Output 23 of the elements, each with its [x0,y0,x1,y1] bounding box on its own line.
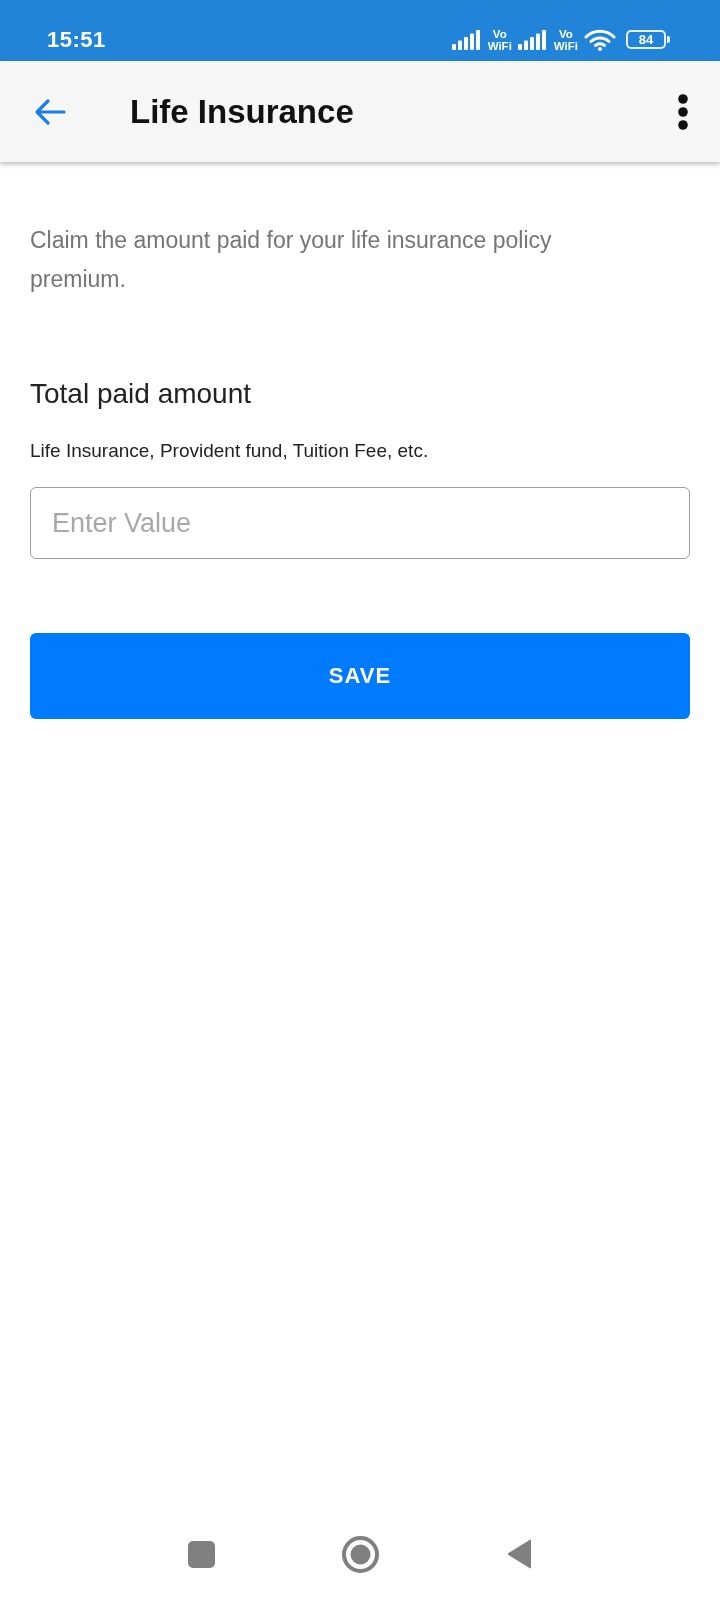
square-icon [187,1540,215,1568]
status-time: 15:51 [47,26,106,53]
nav-back-button[interactable] [506,1539,532,1569]
vo-label: Vo [492,27,507,40]
input-field[interactable]: Enter Value [30,487,690,559]
page-title: Life Insurance [130,92,354,131]
wifi-label: WiFi [487,39,512,52]
save-button[interactable]: SAVE [30,633,690,719]
wifi-icon [584,28,616,51]
home-icon [341,1535,379,1573]
more-icon [678,93,688,130]
description-text: Claim the amount paid for your life insurance policy premium. [30,226,553,294]
wifi-label: WiFi [553,39,578,52]
vo-label: Vo [559,27,573,40]
back-arrow-icon [34,97,66,126]
back-icon [506,1539,532,1569]
signal-icon [451,29,482,50]
field-label: Total paid amount [30,377,253,411]
recents-button[interactable] [187,1540,215,1568]
signal-icon [517,29,548,50]
home-button[interactable] [341,1535,379,1573]
field-hint: Life Insurance, Provident fund, Tuition Fee, etc. [30,439,430,463]
more-button[interactable] [676,91,690,132]
